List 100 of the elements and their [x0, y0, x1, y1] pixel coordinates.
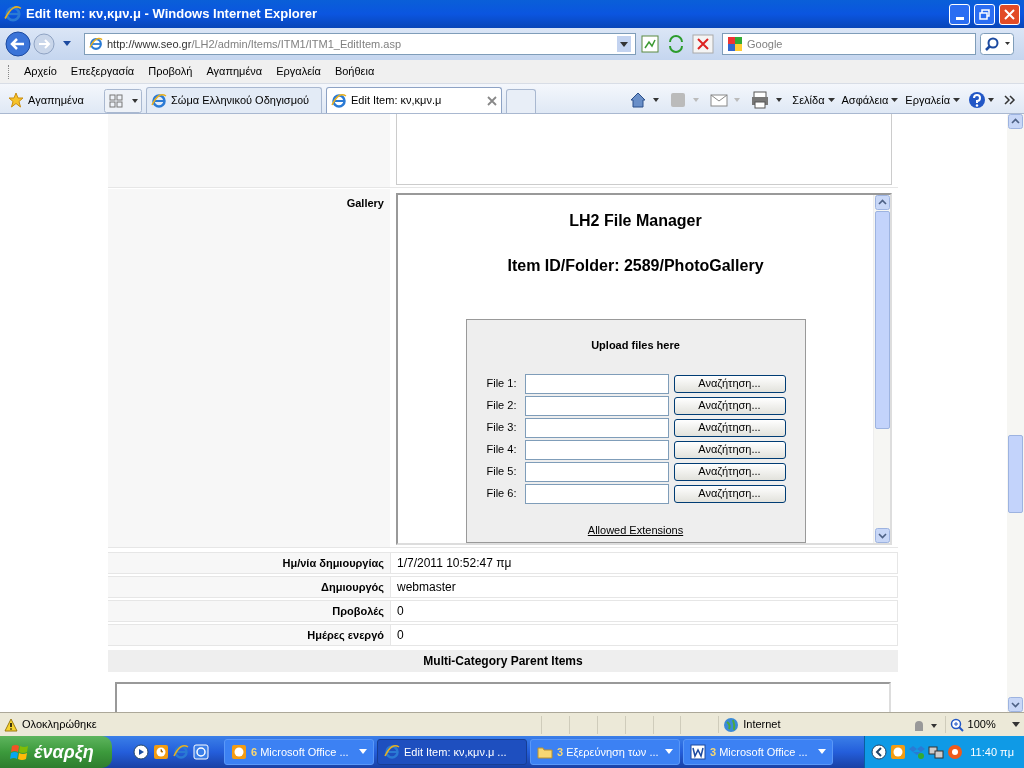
scrollbar[interactable] [1007, 114, 1024, 712]
clock-text: 11:40 πμ [970, 744, 1014, 760]
browser-tab[interactable]: Σώμα Ελληνικού Οδηγισμού [146, 87, 322, 113]
field-value: 0 [397, 603, 404, 620]
document-icon [690, 744, 706, 760]
panel-title: Upload files here [591, 338, 680, 353]
browse-button[interactable]: Αναζήτηση... [673, 418, 786, 437]
search-icon[interactable] [980, 33, 1014, 55]
file-input[interactable] [524, 417, 669, 438]
browse-button[interactable]: Αναζήτηση... [673, 484, 786, 503]
minimize-button[interactable] [949, 3, 970, 25]
favorites-button[interactable]: Αγαπημένα [4, 87, 100, 113]
menu-item[interactable]: Αγαπημένα [206, 63, 263, 80]
star-icon [8, 92, 24, 108]
dropdown-caret-icon[interactable] [617, 36, 631, 52]
browser-icon [4, 5, 22, 23]
page-subheading: Item ID/Folder: 2589/PhotoGallery [507, 256, 764, 276]
compatibility-icon[interactable] [640, 34, 662, 54]
menu-item[interactable]: Επεξεργασία [70, 63, 135, 80]
search-placeholder: Google [747, 36, 783, 52]
menu-item[interactable]: Βοήθεια [334, 63, 375, 80]
browser-icon [331, 92, 347, 109]
browse-button[interactable]: Αναζήτηση... [673, 374, 786, 393]
field-label: Ημέρες ενεργό [307, 627, 384, 643]
zone-text: Internet [743, 717, 781, 733]
taskbar-button[interactable]: Edit Item: κν,κμν.μ ... [377, 739, 527, 765]
menu-item[interactable]: Προβολή [148, 63, 193, 80]
folder-icon [537, 744, 553, 760]
field-value: 1/7/2011 10:52:47 πμ [397, 555, 512, 572]
field-label: Προβολές [332, 603, 384, 619]
browser-icon [89, 37, 103, 51]
quick-tabs-icon[interactable] [104, 89, 142, 113]
zoom-button[interactable]: 100% [944, 716, 1020, 733]
text-area[interactable] [115, 682, 891, 712]
window-title: Edit Item: κν,κμν.μ - Windows Internet Explorer [26, 5, 319, 24]
command-menu[interactable]: Σελίδα [792, 91, 835, 109]
field-label: Gallery [346, 196, 384, 211]
close-tab-icon[interactable] [487, 95, 497, 106]
file-label: File 1: [486, 376, 518, 392]
address-field[interactable]: http://www.seo.gr/LH2/admin/Items/ITM1/ITM1_EditItem.asp [84, 33, 636, 55]
taskbar-button[interactable]: 3 Microsoft Office ... [683, 739, 833, 765]
caret-icon [1012, 721, 1020, 728]
browse-button[interactable]: Αναζήτηση... [673, 396, 786, 415]
desktop-icon[interactable] [193, 744, 209, 760]
browse-button[interactable]: Αναζήτηση... [673, 440, 786, 459]
warning-icon [4, 717, 18, 732]
field-label: Ημ/νία δημιουργίας [282, 555, 384, 571]
scrollbar[interactable] [873, 195, 890, 543]
caret-icon[interactable] [62, 40, 72, 48]
restore-button[interactable] [974, 3, 995, 25]
file-input[interactable] [524, 461, 669, 482]
file-input[interactable] [524, 439, 669, 460]
back-forward-icon[interactable] [4, 30, 58, 58]
stop-icon[interactable] [692, 34, 714, 54]
field-label: Δημιουργός [321, 579, 384, 595]
scroll-down-icon[interactable] [1008, 697, 1023, 712]
start-button[interactable]: έναρξη [0, 736, 112, 768]
command-menu[interactable]: Εργαλεία [905, 91, 960, 109]
browser-icon [384, 744, 400, 760]
command-menu[interactable]: Ασφάλεια [841, 91, 899, 109]
scroll-up-icon[interactable] [1008, 114, 1023, 129]
update-icon[interactable] [947, 744, 964, 760]
scroll-down-icon[interactable] [874, 528, 890, 543]
file-input[interactable] [524, 373, 669, 394]
file-input[interactable] [524, 395, 669, 416]
network-icon[interactable] [928, 744, 945, 760]
close-icon [1004, 8, 1015, 20]
url-text: http://www.seo.gr/LH2/admin/Items/ITM1/ITM1_EditItem.asp [107, 36, 403, 52]
globe-icon [723, 716, 740, 733]
search-engine-icon [727, 36, 743, 52]
menu-item[interactable]: Εργαλεία [276, 63, 321, 80]
browser-icon [151, 92, 167, 109]
clock-app-icon[interactable] [153, 744, 169, 760]
extensions-link[interactable]: Allowed Extensions [587, 521, 684, 538]
file-input[interactable] [524, 483, 669, 504]
media-player-icon[interactable] [133, 744, 149, 760]
caret-icon [891, 97, 899, 103]
scroll-thumb[interactable] [1008, 435, 1023, 513]
help-icon[interactable] [967, 90, 997, 110]
field-value: webmaster [397, 579, 456, 596]
windows-logo-icon [10, 742, 30, 762]
caret-icon [953, 97, 960, 103]
taskbar-button[interactable]: 3 Εξερεύνηση των ... [530, 739, 680, 765]
collapse-tray-icon[interactable] [871, 744, 888, 760]
file-label: File 6: [486, 486, 518, 502]
scroll-up-icon[interactable] [874, 195, 890, 210]
clock-app-icon [231, 744, 247, 760]
field-value: 0 [397, 627, 404, 644]
menu-item[interactable]: Αρχείο [24, 63, 57, 80]
chevron-icon[interactable] [1004, 94, 1016, 106]
file-label: File 2: [486, 398, 518, 414]
restore-icon [979, 8, 990, 20]
close-button[interactable] [999, 3, 1020, 25]
taskbar-button[interactable]: 6 Microsoft Office ... [224, 739, 374, 765]
caret-icon [359, 749, 367, 755]
scroll-thumb[interactable] [874, 211, 890, 429]
browse-button[interactable]: Αναζήτηση... [673, 462, 786, 481]
search-field[interactable]: Google [722, 33, 976, 55]
browser-icon[interactable] [173, 744, 189, 760]
browser-tab[interactable]: Edit Item: κν,κμν.μ [326, 87, 502, 113]
